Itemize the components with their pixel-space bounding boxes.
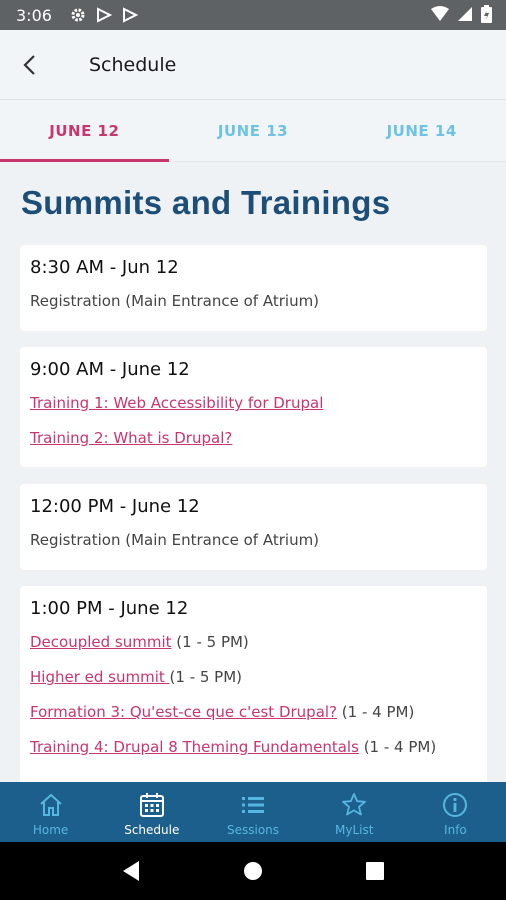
home-icon — [38, 792, 64, 818]
page-title: Summits and Trainings — [21, 184, 391, 221]
session-link[interactable]: Formation 3: Qu'est-ce que c'est Drupal? — [30, 703, 337, 721]
info-icon — [442, 792, 468, 818]
play-store-icon-2 — [122, 7, 138, 23]
schedule-content[interactable]: Summits and Trainings 8:30 AM - Jun 12 R… — [0, 162, 506, 782]
nav-label: Info — [444, 823, 467, 837]
circle-home-icon — [244, 862, 262, 880]
card-time: 9:00 AM - June 12 — [30, 359, 190, 380]
app-header: Schedule — [0, 30, 506, 100]
nav-label: Schedule — [124, 823, 180, 837]
card-text: Registration (Main Entrance of Atrium) — [30, 531, 320, 549]
system-recents-button[interactable] — [360, 856, 390, 886]
card-time: 8:30 AM - Jun 12 — [30, 257, 179, 278]
session-duration: (1 - 5 PM) — [169, 668, 243, 686]
chevron-left-icon — [23, 55, 35, 75]
session-link[interactable]: Decoupled summit — [30, 633, 172, 651]
schedule-card: 8:30 AM - Jun 12 Registration (Main Entr… — [20, 245, 487, 331]
star-icon — [341, 792, 367, 818]
calendar-icon — [139, 792, 165, 818]
tab-june-14[interactable]: JUNE 14 — [337, 100, 506, 161]
triangle-back-icon — [123, 861, 139, 881]
session-link[interactable]: Training 1: Web Accessibility for Drupal — [30, 394, 323, 412]
system-back-button[interactable] — [116, 856, 146, 886]
session-duration: (1 - 4 PM) — [337, 703, 415, 721]
status-system-icons — [431, 5, 492, 23]
status-bar: 3:06 — [0, 0, 506, 30]
session-link[interactable]: Training 2: What is Drupal? — [30, 429, 232, 447]
nav-sessions[interactable]: Sessions — [202, 782, 303, 842]
system-home-button[interactable] — [238, 856, 268, 886]
nav-mylist[interactable]: MyList — [304, 782, 405, 842]
status-notification-icons — [70, 7, 138, 23]
nav-label: MyList — [334, 823, 374, 837]
battery-icon — [481, 5, 492, 23]
nav-schedule[interactable]: Schedule — [101, 782, 202, 842]
tab-june-13[interactable]: JUNE 13 — [169, 100, 338, 161]
card-time: 12:00 PM - June 12 — [30, 496, 200, 517]
session-duration: (1 - 4 PM) — [358, 738, 437, 756]
date-tabs: JUNE 12 JUNE 13 JUNE 14 — [0, 100, 506, 162]
list-icon — [240, 792, 266, 818]
gear-icon — [71, 8, 85, 22]
card-time: 1:00 PM - June 12 — [30, 598, 189, 619]
card-text: Registration (Main Entrance of Atrium) — [30, 292, 320, 310]
square-recents-icon — [366, 862, 384, 880]
back-button[interactable] — [12, 48, 46, 82]
session-duration: (1 - 5 PM) — [171, 633, 249, 651]
page-header-title: Schedule — [89, 54, 177, 76]
session-link[interactable]: Training 4: Drupal 8 Theming Fundamental… — [30, 738, 359, 756]
nav-info[interactable]: Info — [405, 782, 506, 842]
schedule-card: 12:00 PM - June 12 Registration (Main En… — [20, 484, 487, 570]
system-navigation-bar — [0, 842, 506, 900]
nav-label: Sessions — [226, 823, 280, 837]
bottom-navigation: Home Schedule Sessions MyList Info — [0, 782, 506, 842]
schedule-card: 9:00 AM - June 12 Training 1: Web Access… — [20, 347, 487, 467]
signal-icon — [458, 7, 472, 21]
schedule-card: 1:00 PM - June 12 Decoupled summit (1 - … — [20, 586, 487, 782]
nav-home[interactable]: Home — [0, 782, 101, 842]
status-time: 3:06 — [16, 5, 52, 25]
wifi-icon — [431, 6, 449, 21]
play-store-icon — [96, 7, 112, 23]
session-link[interactable]: Higher ed summit — [30, 668, 170, 686]
nav-label: Home — [32, 823, 69, 837]
tab-june-12[interactable]: JUNE 12 — [0, 100, 169, 162]
